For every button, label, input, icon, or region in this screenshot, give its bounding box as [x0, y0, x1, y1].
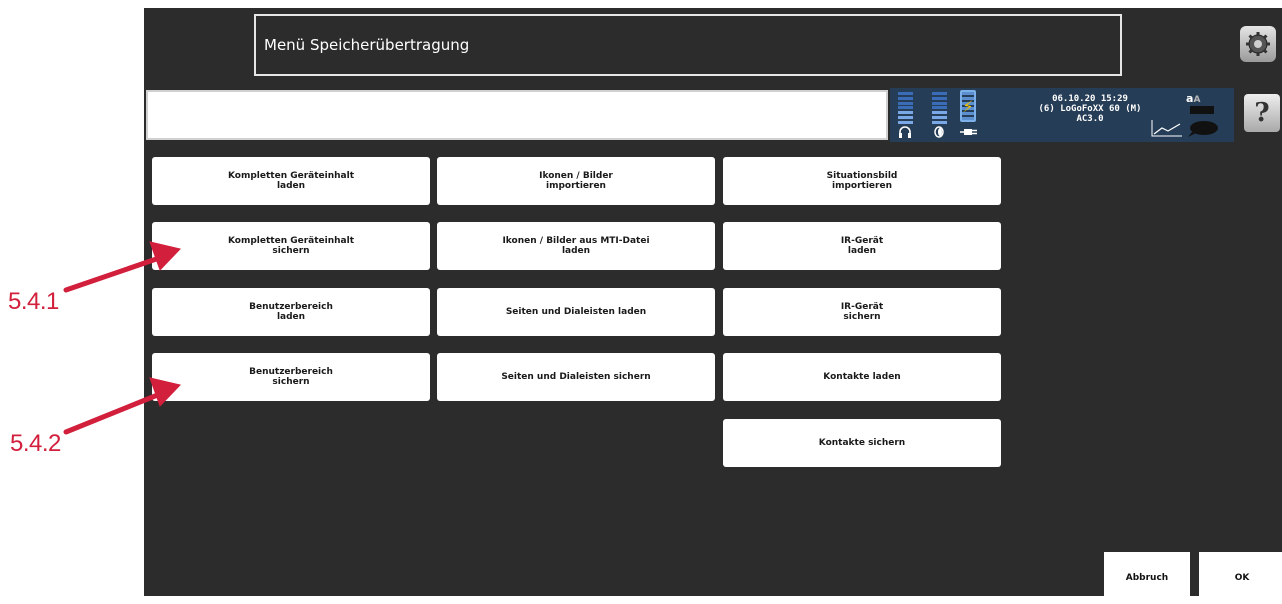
annotation-arrows: [63, 241, 181, 435]
arrow-5-4-2: [63, 389, 168, 435]
arrow-head-5-4-2: [149, 377, 181, 407]
arrow-5-4-1: [63, 253, 168, 293]
arrow-head-5-4-1: [149, 241, 181, 271]
